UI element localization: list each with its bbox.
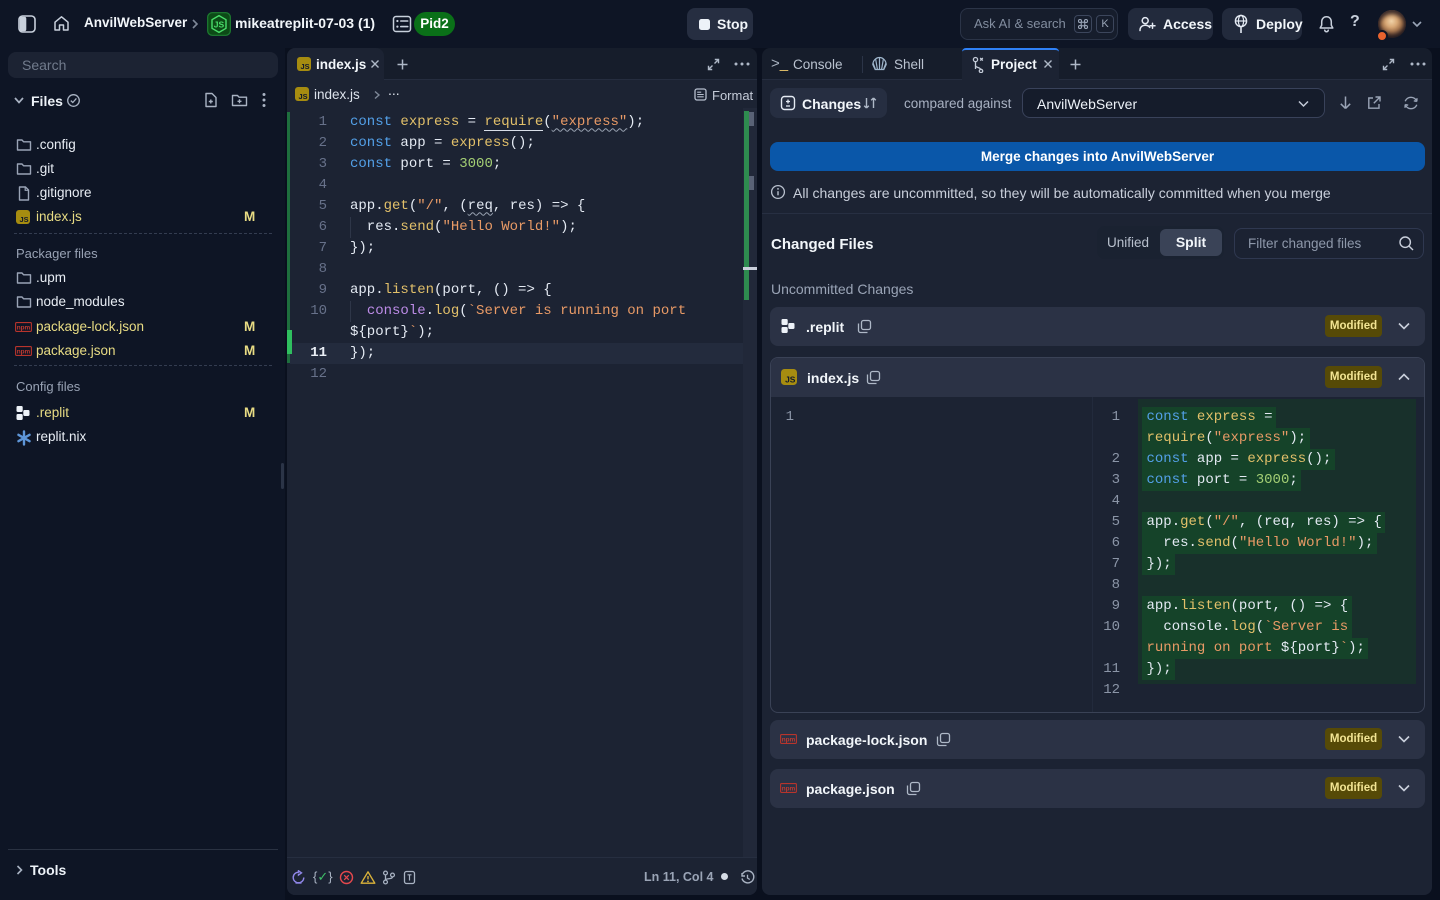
svg-text:JS: JS [301, 62, 310, 71]
svg-text:JS: JS [785, 375, 796, 385]
svg-text:npm: npm [17, 325, 31, 332]
svg-text:JS: JS [20, 215, 29, 224]
svg-text:npm: npm [782, 786, 796, 793]
svg-text:npm: npm [17, 349, 31, 356]
svg-text:JS: JS [299, 92, 308, 101]
svg-text:JS: JS [214, 20, 225, 30]
svg-text:npm: npm [782, 737, 796, 744]
